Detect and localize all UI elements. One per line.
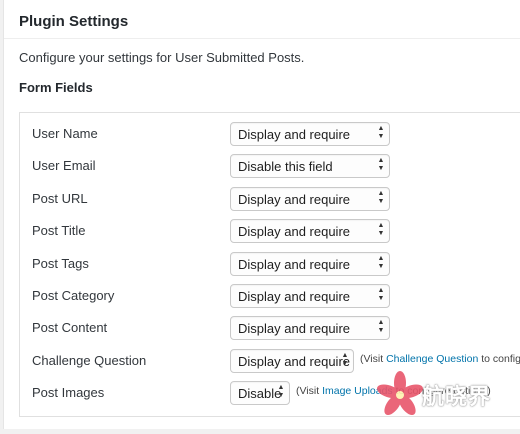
section-title-form-fields: Form Fields: [19, 80, 93, 95]
user-email-select[interactable]: Disable this field ▲ ▼: [230, 154, 390, 178]
select-arrows-icon: ▲ ▼: [277, 384, 285, 399]
select-arrows-icon: ▲ ▼: [377, 125, 385, 140]
challenge-question-select[interactable]: Display and require ▲ ▼: [230, 349, 354, 373]
select-value: Display and require: [238, 127, 351, 142]
challenge-question-note: (Visit Challenge Question to configure: [360, 353, 520, 365]
select-arrows-icon: ▲ ▼: [377, 222, 385, 237]
title-divider: [4, 38, 520, 39]
field-label: Post URL: [32, 191, 88, 206]
field-row-challenge-question: Challenge Question Display and require ▲…: [20, 349, 520, 373]
post-images-select[interactable]: Disable ▲ ▼: [230, 381, 290, 405]
field-row-post-category: Post Category Display and require ▲ ▼: [20, 284, 520, 308]
post-tags-select[interactable]: Display and require ▲ ▼: [230, 252, 390, 276]
field-label: Post Images: [32, 385, 105, 400]
field-row-post-images: Post Images Disable ▲ ▼ (Visit Image Uplo…: [20, 381, 520, 405]
image-uploads-link[interactable]: Image Uploads: [322, 385, 393, 397]
field-label: User Name: [32, 126, 98, 141]
select-value: Display and require: [238, 224, 351, 239]
select-value: Disable: [238, 386, 282, 401]
select-arrows-icon: ▲ ▼: [377, 255, 385, 270]
field-label: Post Content: [32, 320, 108, 335]
intro-text: Configure your settings for User Submitt…: [19, 50, 305, 65]
select-arrows-icon: ▲ ▼: [377, 157, 385, 172]
select-value: Display and require: [238, 354, 351, 369]
post-url-select[interactable]: Display and require ▲ ▼: [230, 187, 390, 211]
select-arrows-icon: ▲ ▼: [341, 352, 349, 367]
select-value: Display and require: [238, 257, 351, 272]
field-row-post-content: Post Content Display and require ▲ ▼: [20, 316, 520, 340]
post-category-select[interactable]: Display and require ▲ ▼: [230, 284, 390, 308]
page-title: Plugin Settings: [19, 13, 129, 30]
field-label: Post Category: [32, 288, 115, 303]
post-content-select[interactable]: Display and require ▲ ▼: [230, 316, 390, 340]
user-name-select[interactable]: Display and require ▲ ▼: [230, 122, 390, 146]
settings-panel: Plugin Settings Configure your settings …: [3, 0, 520, 429]
field-label: Challenge Question: [32, 353, 147, 368]
field-label: User Email: [32, 158, 96, 173]
field-label: Post Tags: [32, 256, 89, 271]
post-images-note: (Visit Image Uploads to configure option…: [296, 385, 491, 397]
field-row-post-title: Post Title Display and require ▲ ▼: [20, 219, 520, 243]
form-fields-box: User Name Display and require ▲ ▼ User Em…: [19, 112, 520, 417]
select-value: Display and require: [238, 289, 351, 304]
field-row-user-name: User Name Display and require ▲ ▼: [20, 122, 520, 146]
select-value: Display and require: [238, 321, 351, 336]
field-row-post-url: Post URL Display and require ▲ ▼: [20, 187, 520, 211]
select-value: Disable this field: [238, 159, 333, 174]
challenge-question-link[interactable]: Challenge Question: [386, 353, 478, 365]
select-arrows-icon: ▲ ▼: [377, 319, 385, 334]
field-row-user-email: User Email Disable this field ▲ ▼: [20, 154, 520, 178]
select-arrows-icon: ▲ ▼: [377, 190, 385, 205]
field-label: Post Title: [32, 223, 86, 238]
field-row-post-tags: Post Tags Display and require ▲ ▼: [20, 252, 520, 276]
select-value: Display and require: [238, 192, 351, 207]
select-arrows-icon: ▲ ▼: [377, 287, 385, 302]
post-title-select[interactable]: Display and require ▲ ▼: [230, 219, 390, 243]
